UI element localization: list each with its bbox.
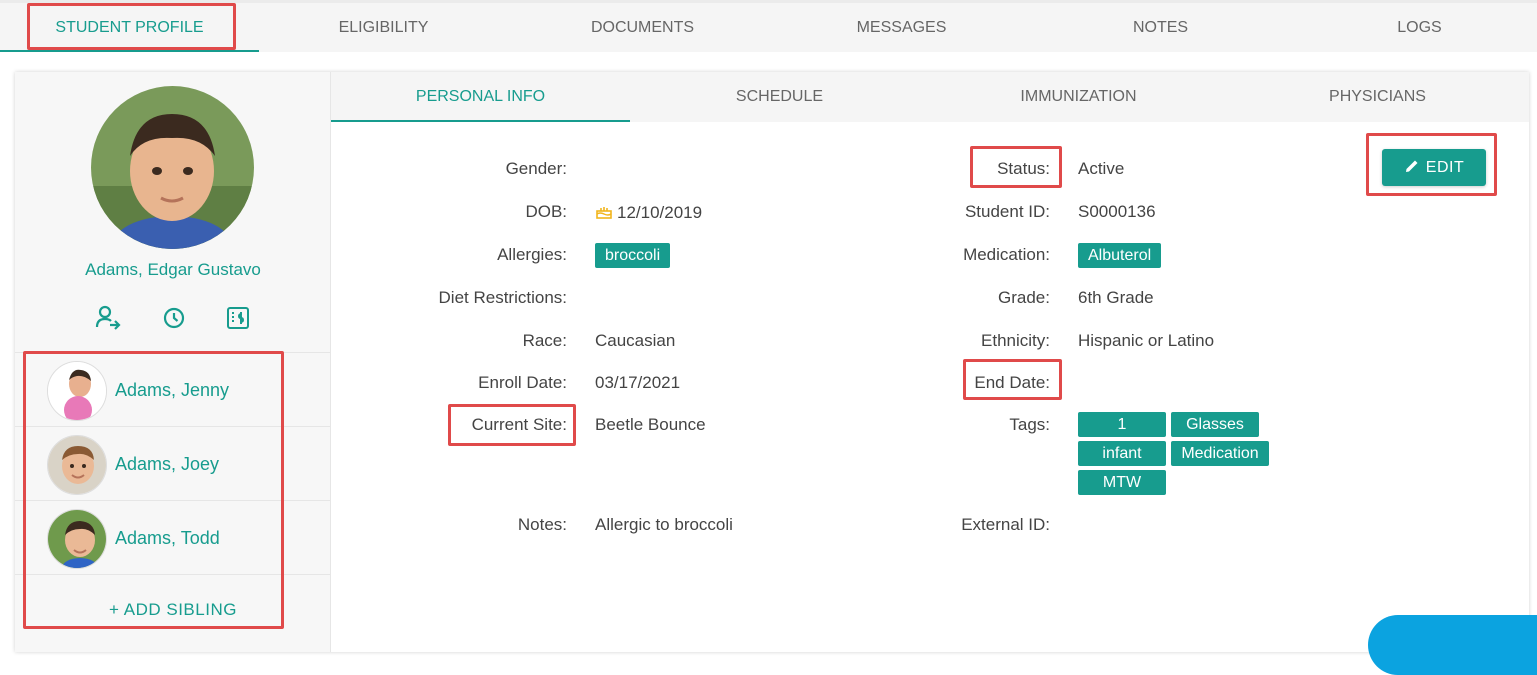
- student-name[interactable]: Adams, Edgar Gustavo: [15, 260, 331, 280]
- allergies-value: broccoli: [595, 243, 671, 268]
- tab-documents[interactable]: DOCUMENTS: [513, 3, 772, 52]
- profile-subtab-bar: PERSONAL INFO SCHEDULE IMMUNIZATION PHYS…: [331, 72, 1529, 122]
- tab-eligibility[interactable]: ELIGIBILITY: [254, 3, 513, 52]
- end-date-label: End Date:: [974, 373, 1050, 392]
- student-sidebar: Adams, Edgar Gustavo Adams, Jenny Adams,…: [15, 72, 331, 652]
- allergies-label: Allergies:: [497, 245, 567, 264]
- current-site-value: Beetle Bounce: [595, 415, 706, 434]
- sibling-item[interactable]: Adams, Jenny: [15, 353, 331, 427]
- tag-chip: MTW: [1078, 470, 1166, 495]
- tab-schedule[interactable]: SCHEDULE: [630, 72, 929, 122]
- ethnicity-label: Ethnicity:: [981, 331, 1050, 350]
- tag-chip: infant: [1078, 441, 1166, 466]
- user-transfer-icon[interactable]: [94, 304, 122, 332]
- grade-label: Grade:: [998, 288, 1050, 307]
- dob-field: 12/10/2019: [595, 202, 702, 223]
- race-label: Race:: [522, 331, 567, 350]
- ethnicity-value: Hispanic or Latino: [1078, 331, 1215, 350]
- birthday-cake-icon: [596, 207, 612, 219]
- sibling-item[interactable]: Adams, Todd: [15, 501, 331, 575]
- tag-chip: Glasses: [1171, 412, 1259, 437]
- medication-label: Medication:: [963, 245, 1050, 264]
- sibling-avatar: [47, 509, 107, 569]
- sibling-name[interactable]: Adams, Joey: [115, 427, 219, 501]
- edit-button[interactable]: EDIT: [1382, 149, 1486, 186]
- tab-messages[interactable]: MESSAGES: [772, 3, 1031, 52]
- dob-label: DOB:: [525, 202, 567, 221]
- student-id-label: Student ID:: [964, 202, 1050, 221]
- student-id-value: S0000136: [1078, 202, 1156, 221]
- diet-restrictions-label: Diet Restrictions:: [438, 288, 567, 307]
- dob-value: 12/10/2019: [617, 203, 703, 222]
- notes-label: Notes:: [517, 515, 567, 534]
- tags-value: 1 Glasses infant Medication MTW: [1078, 412, 1278, 498]
- sibling-avatar: [47, 361, 107, 421]
- sibling-name[interactable]: Adams, Jenny: [115, 353, 229, 427]
- current-site-label: Current Site:: [471, 415, 567, 434]
- sibling-name[interactable]: Adams, Todd: [115, 501, 220, 575]
- student-avatar: [91, 86, 254, 249]
- gender-label: Gender:: [505, 159, 567, 178]
- clock-icon[interactable]: [160, 304, 188, 332]
- notes-value: Allergic to broccoli: [595, 515, 733, 534]
- sibling-list: Adams, Jenny Adams, Joey Adams, Todd: [15, 352, 331, 575]
- tab-logs[interactable]: LOGS: [1290, 3, 1537, 52]
- medication-chip: Albuterol: [1078, 243, 1162, 268]
- billing-icon[interactable]: [224, 304, 252, 332]
- sibling-item[interactable]: Adams, Joey: [15, 427, 331, 501]
- tab-student-profile[interactable]: STUDENT PROFILE: [0, 3, 259, 52]
- race-value: Caucasian: [595, 331, 676, 350]
- edit-button-label: EDIT: [1425, 159, 1465, 176]
- student-profile-card: Adams, Edgar Gustavo Adams, Jenny Adams,…: [15, 72, 1529, 652]
- chat-widget-button[interactable]: [1368, 615, 1537, 675]
- medication-value: Albuterol: [1078, 243, 1162, 268]
- add-sibling-button[interactable]: + ADD SIBLING: [15, 600, 331, 620]
- tag-chip: Medication: [1171, 441, 1269, 466]
- tab-notes[interactable]: NOTES: [1031, 3, 1290, 52]
- allergy-chip: broccoli: [595, 243, 671, 268]
- external-id-label: External ID:: [961, 515, 1050, 534]
- status-value: Active: [1078, 159, 1125, 178]
- tag-chip: 1: [1078, 412, 1166, 437]
- pencil-icon: [1405, 160, 1418, 172]
- tab-immunization[interactable]: IMMUNIZATION: [929, 72, 1228, 122]
- enroll-date-value: 03/17/2021: [595, 373, 681, 392]
- sibling-avatar: [47, 435, 107, 495]
- student-quick-actions: [15, 304, 331, 336]
- status-label: Status:: [997, 159, 1050, 178]
- enroll-date-label: Enroll Date:: [478, 373, 567, 392]
- grade-value: 6th Grade: [1078, 288, 1154, 307]
- top-tab-bar: STUDENT PROFILE ELIGIBILITY DOCUMENTS ME…: [0, 0, 1537, 52]
- tab-physicians[interactable]: PHYSICIANS: [1228, 72, 1527, 122]
- tab-personal-info[interactable]: PERSONAL INFO: [331, 72, 630, 122]
- tags-label: Tags:: [1009, 415, 1050, 434]
